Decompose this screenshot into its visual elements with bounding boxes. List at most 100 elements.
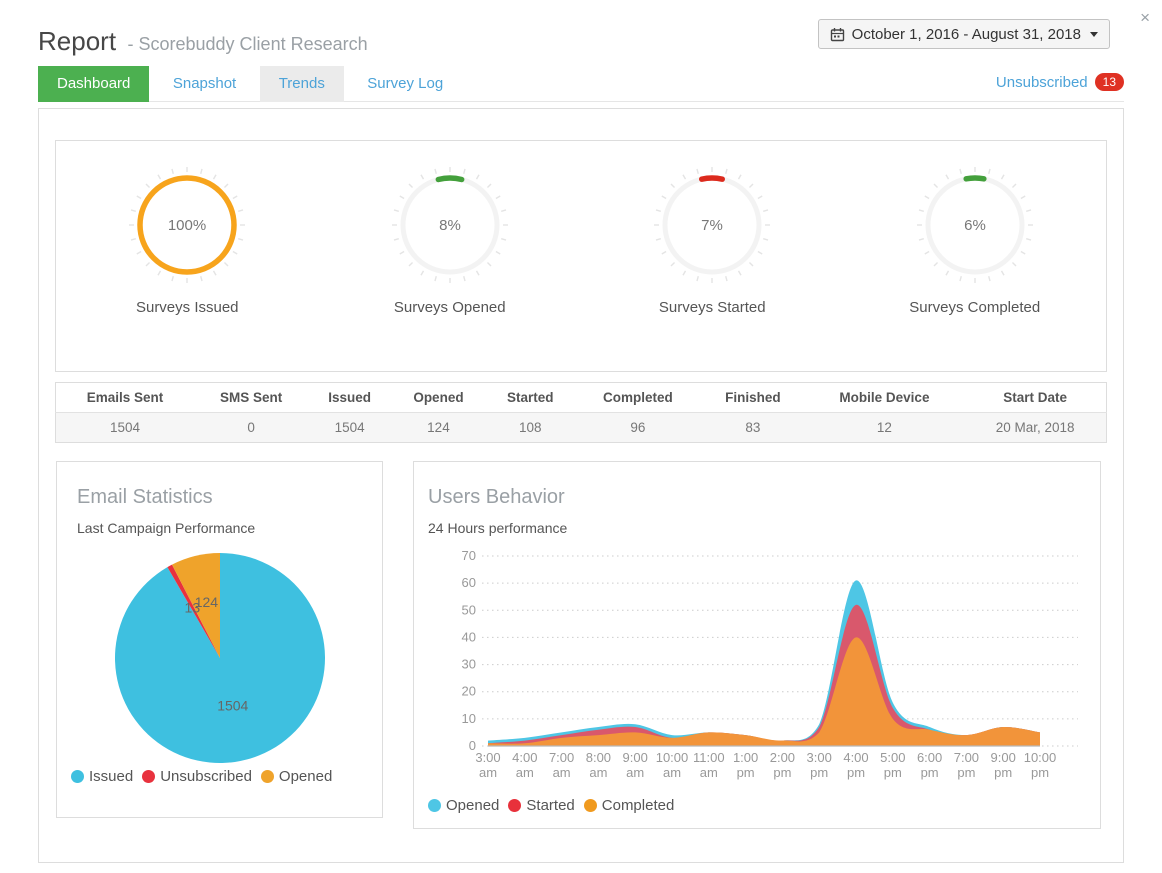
gauge-ring-completed: 6% [915, 165, 1035, 285]
gauge-tick [409, 262, 413, 266]
legend-label: Issued [89, 768, 133, 785]
legend-item-opened[interactable]: Opened [428, 797, 499, 814]
x-tick-label: 5:00pm [880, 750, 905, 780]
gauge-tick [137, 196, 141, 199]
gauge-tick [238, 210, 243, 211]
gauge-tick [726, 276, 727, 281]
gauge-tick [421, 175, 424, 179]
gauge-tick [934, 262, 938, 266]
legend-item-issued[interactable]: Issued [71, 768, 133, 785]
tab-trends[interactable]: Trends [260, 66, 344, 102]
gauge-tick [1026, 210, 1031, 211]
gauge-tick [409, 184, 413, 188]
gauge-tick [763, 210, 768, 211]
legend-item-unsubscribed[interactable]: Unsubscribed [142, 768, 252, 785]
gauge-tick [146, 184, 150, 188]
gauge-percent: 100% [168, 217, 206, 234]
email-statistics-pie-chart[interactable]: 150413124 [112, 550, 328, 766]
legend-dot [508, 799, 521, 812]
y-tick-label: 10 [462, 711, 476, 726]
gauge-tick [656, 239, 661, 240]
summary-column-header: Started [486, 383, 575, 413]
users-behavior-title: Users Behavior [428, 486, 1086, 509]
gauges-panel: 100% Surveys Issued 8% Surveys Opened 7%… [55, 140, 1107, 372]
gauge-tick [214, 271, 217, 275]
gauge-tick [1021, 252, 1025, 255]
x-tick-label: 3:00am [475, 750, 500, 780]
tab-dashboard[interactable]: Dashboard [38, 66, 149, 102]
gauge-tick [463, 169, 464, 174]
gauge-tick [946, 175, 949, 179]
gauge-tick [919, 210, 924, 211]
email-statistics-title: Email Statistics [77, 486, 362, 509]
x-tick-label: 4:00pm [843, 750, 868, 780]
legend-item-opened[interactable]: Opened [261, 768, 332, 785]
summary-cell: 124 [391, 413, 486, 443]
summary-column-header: Issued [308, 383, 391, 413]
legend-dot [584, 799, 597, 812]
legend-dot [428, 799, 441, 812]
gauge-tick [400, 252, 404, 255]
x-tick-label: 4:00am [512, 750, 537, 780]
y-tick-label: 60 [462, 575, 476, 590]
area-series-started [488, 605, 1040, 746]
y-tick-label: 70 [462, 548, 476, 563]
summary-cell: 108 [486, 413, 575, 443]
summary-cell: 1504 [56, 413, 194, 443]
page-header: Report - Scorebuddy Client Research [38, 26, 368, 57]
users-behavior-subtitle: 24 Hours performance [428, 520, 1086, 536]
gauge-tick [476, 271, 479, 275]
gauge-tick [233, 196, 237, 199]
gauge-label: Surveys Started [659, 299, 766, 316]
unsubscribed-link[interactable]: Unsubscribed 13 [996, 73, 1124, 91]
users-behavior-area-chart[interactable]: 7060504030201003:00am4:00am7:00am8:00am9… [428, 540, 1086, 788]
dashboard-content: 100% Surveys Issued 8% Surveys Opened 7%… [38, 108, 1124, 863]
gauge-tick [172, 169, 173, 174]
gauge-tick [463, 276, 464, 281]
gauge-tick [496, 252, 500, 255]
x-tick-label: 9:00am [623, 750, 648, 780]
gauge-tick [758, 196, 762, 199]
page-subtitle: - Scorebuddy Client Research [128, 34, 368, 54]
page-title: Report [38, 26, 116, 56]
summary-column-header: Emails Sent [56, 383, 194, 413]
legend-label: Opened [446, 797, 499, 814]
gauge-tick [487, 262, 491, 266]
summary-column-header: Start Date [964, 383, 1106, 413]
gauge-tick [739, 271, 742, 275]
close-icon[interactable]: × [1140, 8, 1150, 28]
gauge-tick [697, 276, 698, 281]
summary-column-header: SMS Sent [194, 383, 308, 413]
gauge-tick [487, 184, 491, 188]
email-statistics-panel: Email Statistics Last Campaign Performan… [56, 461, 383, 818]
gauge-tick [238, 239, 243, 240]
gauge-percent: 8% [439, 217, 461, 234]
gauge-tick [726, 169, 727, 174]
calendar-icon [830, 27, 845, 42]
x-tick-label: 7:00am [549, 750, 574, 780]
gauge-tick [394, 239, 399, 240]
gauge-tick [201, 169, 202, 174]
legend-item-started[interactable]: Started [508, 797, 574, 814]
gauge-tick [960, 169, 961, 174]
gauge-tick [501, 239, 506, 240]
gauge-tick [146, 262, 150, 266]
gauge-ring-issued: 100% [127, 165, 247, 285]
summary-cell: 83 [701, 413, 804, 443]
legend-item-completed[interactable]: Completed [584, 797, 675, 814]
summary-cell: 12 [805, 413, 965, 443]
gauge-tick [158, 175, 161, 179]
tab-snapshot[interactable]: Snapshot [154, 66, 255, 102]
pie-slice-label: 1504 [217, 698, 248, 714]
gauge-tick [394, 210, 399, 211]
gauge-tick [925, 196, 929, 199]
date-range-picker[interactable]: October 1, 2016 - August 31, 2018 [818, 19, 1110, 49]
tab-bar: Dashboard Snapshot Trends Survey Log Uns… [38, 66, 1124, 102]
gauge-tick [201, 276, 202, 281]
gauge-tick [225, 184, 229, 188]
unsubscribed-label: Unsubscribed [996, 74, 1088, 91]
gauge-surveys-started: 7% Surveys Started [581, 141, 844, 371]
gauge-tick [225, 262, 229, 266]
tab-survey-log[interactable]: Survey Log [348, 66, 462, 102]
gauge-percent: 6% [964, 217, 986, 234]
